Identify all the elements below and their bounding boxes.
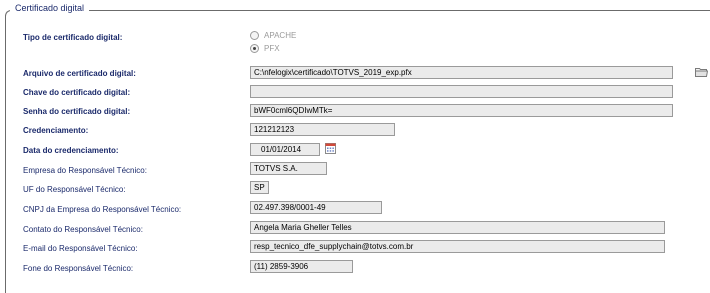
empresa-responsavel-field[interactable]: TOTVS S.A. xyxy=(250,162,327,175)
radio-apache[interactable]: APACHE xyxy=(250,31,296,40)
senha-certificado-field[interactable]: bWF0cml6QDIwMTk= xyxy=(250,104,673,117)
email-responsavel-field[interactable]: resp_tecnico_dfe_supplychain@totvs.com.b… xyxy=(250,240,665,253)
data-credenciamento-field[interactable]: 01/01/2014 xyxy=(250,143,320,156)
fone-responsavel-label: Fone do Responsável Técnico: xyxy=(23,264,134,273)
data-credenciamento-label: Data do credenciamento: xyxy=(23,146,119,155)
uf-responsavel-field[interactable]: SP xyxy=(250,181,269,194)
email-responsavel-label: E-mail do Responsável Técnico: xyxy=(23,244,138,253)
tipo-certificado-label: Tipo de certificado digital: xyxy=(23,33,123,42)
radio-pfx-label: PFX xyxy=(264,44,280,53)
senha-certificado-label: Senha do certificado digital: xyxy=(23,107,131,116)
credenciamento-label: Credenciamento: xyxy=(23,126,89,135)
credenciamento-field[interactable]: 121212123 xyxy=(250,123,395,136)
chave-certificado-label: Chave do certificado digital: xyxy=(23,88,131,97)
cnpj-responsavel-field[interactable]: 02.497.398/0001-49 xyxy=(250,201,382,214)
fone-responsavel-field[interactable]: (11) 2859-3906 xyxy=(250,260,353,273)
empresa-responsavel-label: Empresa do Responsável Técnico: xyxy=(23,166,147,175)
arquivo-certificado-field[interactable]: C:\nfelogix\certificado\TOTVS_2019_exp.p… xyxy=(250,66,673,79)
arquivo-certificado-label: Arquivo de certificado digital: xyxy=(23,69,136,78)
radio-pfx-circle[interactable] xyxy=(250,44,259,53)
cnpj-responsavel-label: CNPJ da Empresa do Responsável Técnico: xyxy=(23,205,182,214)
chave-certificado-field[interactable] xyxy=(250,85,673,98)
radio-apache-circle[interactable] xyxy=(250,31,259,40)
calendar-icon[interactable] xyxy=(325,143,336,154)
fieldset-legend: Certificado digital xyxy=(10,3,90,13)
uf-responsavel-label: UF do Responsável Técnico: xyxy=(23,185,126,194)
folder-icon[interactable] xyxy=(695,67,708,77)
radio-pfx[interactable]: PFX xyxy=(250,44,280,53)
contato-responsavel-label: Contato do Responsável Técnico: xyxy=(23,225,143,234)
radio-apache-label: APACHE xyxy=(264,31,297,40)
contato-responsavel-field[interactable]: Angela Maria Gheller Telles xyxy=(250,221,665,234)
